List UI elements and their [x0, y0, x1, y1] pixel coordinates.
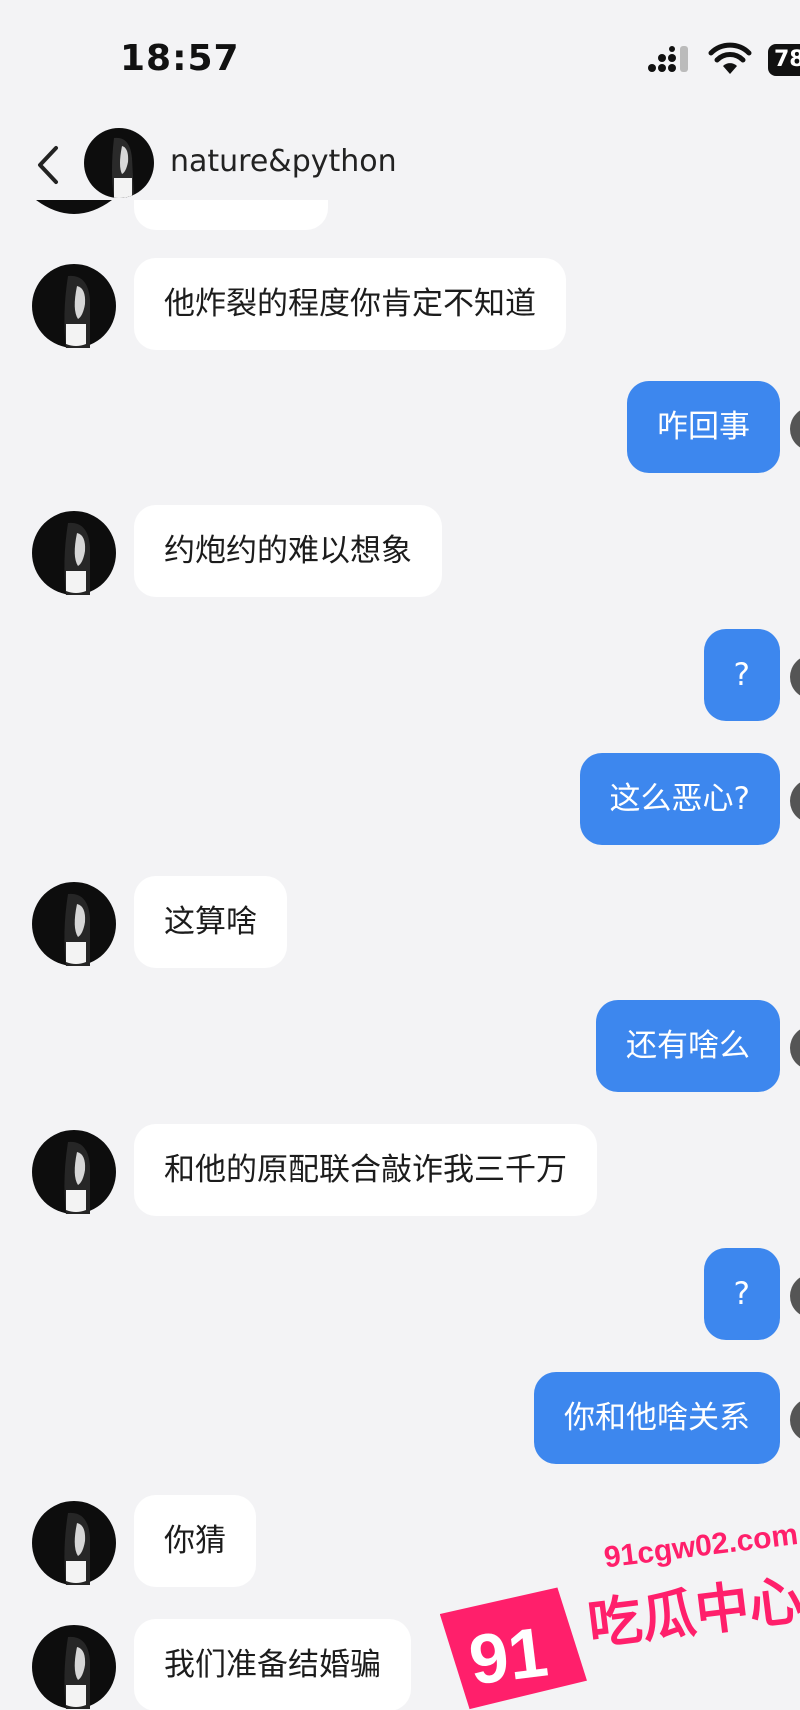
outgoing-message: 这么恶心?	[0, 753, 800, 845]
message-bubble[interactable]: 你猜	[134, 1495, 256, 1587]
sender-avatar[interactable]	[32, 882, 116, 966]
battery-level: 78	[774, 47, 800, 72]
sender-avatar[interactable]	[32, 264, 116, 348]
watermark-number: 91	[465, 1613, 552, 1700]
incoming-message: 这算啥	[0, 876, 800, 968]
message-bubble[interactable]: 还有啥么	[596, 1000, 780, 1092]
status-bar: 18:57 78	[0, 0, 800, 120]
own-avatar-edge	[790, 1026, 800, 1070]
outgoing-message: ?	[0, 1248, 800, 1340]
message-list[interactable]: 他炸裂的程度你肯定不知道 咋回事约炮约的难以想象? 这么恶心? 这算啥还有啥么和他的原…	[0, 200, 800, 1710]
watermark-brand: 吃瓜中心	[584, 1568, 800, 1657]
own-avatar-edge	[790, 655, 800, 699]
scrolled-message-remnant	[0, 200, 800, 230]
sender-avatar[interactable]	[32, 511, 116, 595]
incoming-message: 和他的原配联合敲诈我三千万	[0, 1124, 800, 1216]
cellular-signal-icon	[648, 46, 688, 72]
own-avatar-edge	[790, 1274, 800, 1318]
message-bubble[interactable]: 这么恶心?	[579, 753, 780, 845]
own-avatar-edge	[790, 407, 800, 451]
outgoing-message: 你和他啥关系	[0, 1372, 800, 1464]
sender-avatar[interactable]	[32, 1501, 116, 1585]
watermark-domain: 91cgw02.com	[602, 1518, 800, 1575]
message-bubble[interactable]: 我们准备结婚骗	[134, 1619, 411, 1710]
back-chevron-icon[interactable]	[28, 140, 68, 190]
site-watermark: 91cgw02.com 91 吃瓜中心	[440, 1518, 800, 1710]
chat-header: nature&python	[0, 120, 800, 210]
outgoing-message: ?	[0, 629, 800, 721]
message-bubble[interactable]: 这算啥	[134, 876, 287, 968]
incoming-message: 他炸裂的程度你肯定不知道	[0, 258, 800, 350]
incoming-message: 约炮约的难以想象	[0, 505, 800, 597]
status-time: 18:57	[120, 38, 240, 79]
message-bubble[interactable]: 咋回事	[627, 381, 780, 473]
message-bubble[interactable]: 约炮约的难以想象	[134, 505, 442, 597]
message-bubble[interactable]: 和他的原配联合敲诈我三千万	[134, 1124, 597, 1216]
outgoing-message: 咋回事	[0, 381, 800, 473]
wifi-icon	[708, 42, 752, 74]
contact-avatar[interactable]	[84, 128, 154, 198]
message-bubble[interactable]: ?	[703, 629, 780, 721]
battery-icon: 78	[768, 44, 800, 76]
outgoing-message: 还有啥么	[0, 1000, 800, 1092]
message-bubble[interactable]: 他炸裂的程度你肯定不知道	[134, 258, 566, 350]
contact-name[interactable]: nature&python	[170, 144, 397, 179]
own-avatar-edge	[790, 779, 800, 823]
message-bubble[interactable]: 你和他啥关系	[534, 1372, 780, 1464]
sender-avatar[interactable]	[32, 1130, 116, 1214]
own-avatar-edge	[790, 1398, 800, 1442]
sender-avatar[interactable]	[32, 1625, 116, 1709]
message-bubble[interactable]: ?	[703, 1248, 780, 1340]
